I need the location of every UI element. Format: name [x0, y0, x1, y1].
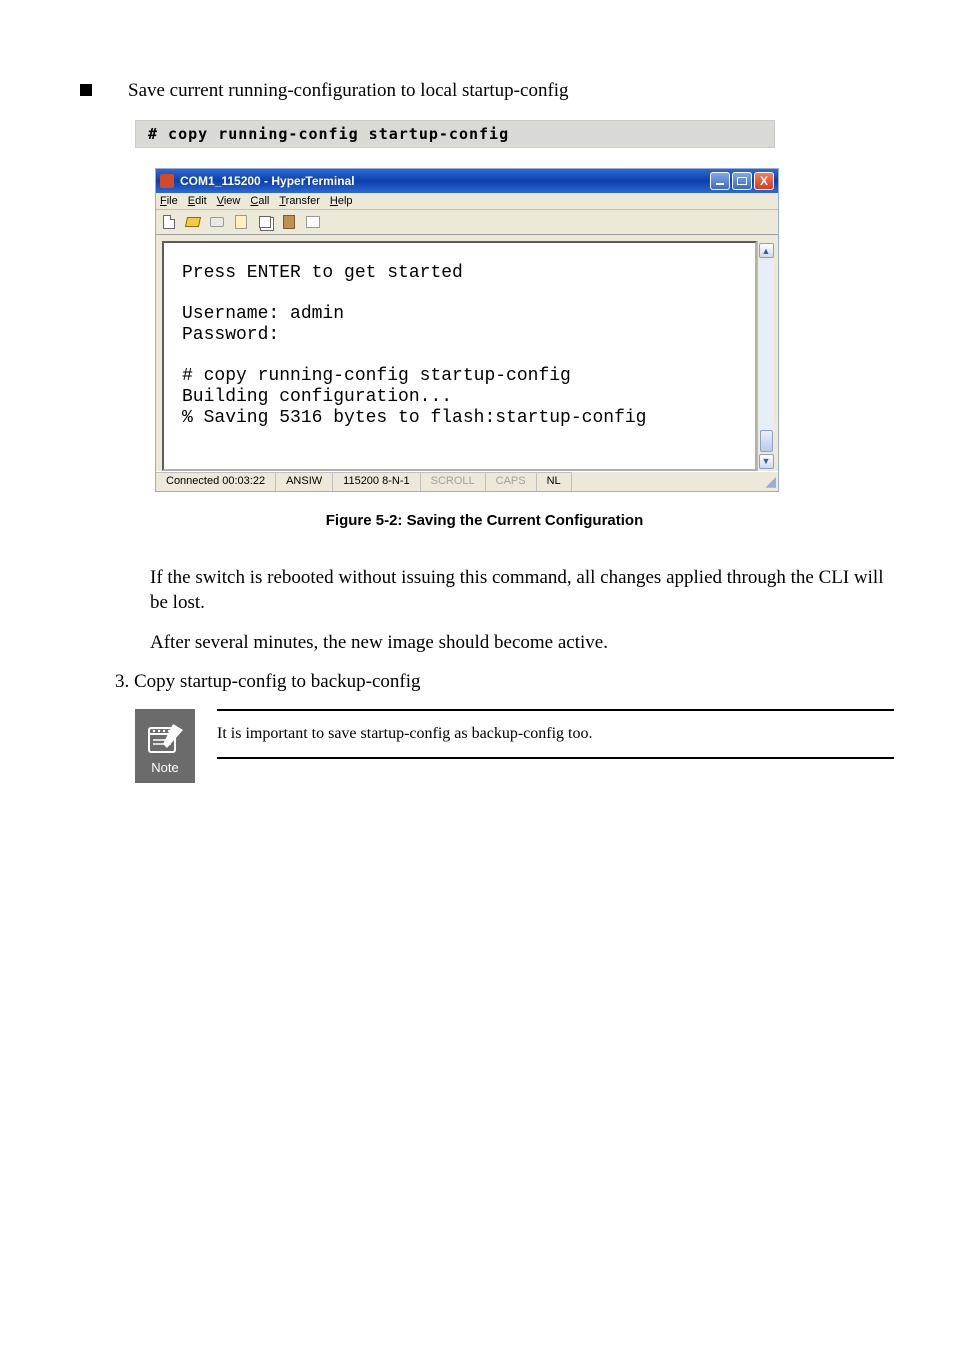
note-text: It is important to save startup-config a…: [217, 709, 894, 759]
paragraph-2: After several minutes, the new image sho…: [150, 630, 894, 656]
menu-edit[interactable]: Edit: [188, 195, 207, 207]
maximize-button[interactable]: [732, 172, 752, 190]
resize-grip-icon[interactable]: ◢: [762, 473, 778, 489]
menu-view[interactable]: View: [217, 195, 241, 207]
paste-icon[interactable]: [280, 213, 298, 231]
scroll-track[interactable]: [759, 260, 774, 452]
app-icon: [160, 174, 174, 188]
bullet-text: Save current running-configuration to lo…: [128, 80, 569, 102]
titlebar: COM1_115200 - HyperTerminal X: [156, 169, 778, 193]
scroll-thumb[interactable]: [760, 430, 773, 452]
note-icon: Note: [135, 709, 195, 783]
menu-call[interactable]: Call: [250, 195, 269, 207]
status-connected: Connected 00:03:22: [156, 472, 276, 491]
status-scroll: SCROLL: [421, 472, 486, 491]
step-3: 3. Copy startup-config to backup-config: [115, 669, 894, 695]
note-label: Note: [151, 760, 178, 775]
figure-caption: Figure 5-2: Saving the Current Configura…: [75, 512, 894, 529]
status-caps: CAPS: [486, 472, 537, 491]
status-params: 115200 8-N-1: [333, 472, 420, 491]
properties-icon[interactable]: [304, 213, 322, 231]
copy-icon[interactable]: [256, 213, 274, 231]
scroll-down-icon[interactable]: ▼: [759, 454, 774, 469]
new-icon[interactable]: [160, 213, 178, 231]
minimize-button[interactable]: [710, 172, 730, 190]
window-title: COM1_115200 - HyperTerminal: [180, 174, 355, 188]
notepad-icon: [143, 718, 187, 758]
toolbar: [156, 210, 778, 235]
menu-transfer[interactable]: Transfer: [279, 195, 320, 207]
hyperterminal-window: COM1_115200 - HyperTerminal X File Edit …: [155, 168, 779, 492]
scroll-up-icon[interactable]: ▲: [759, 243, 774, 258]
status-emulation: ANSIW: [276, 472, 333, 491]
status-nl: NL: [537, 472, 572, 491]
call-icon[interactable]: [208, 213, 226, 231]
menubar: File Edit View Call Transfer Help: [156, 193, 778, 210]
menu-help[interactable]: Help: [330, 195, 353, 207]
disconnect-icon[interactable]: [232, 213, 250, 231]
terminal-output[interactable]: Press ENTER to get started Username: adm…: [162, 241, 757, 471]
bullet-marker: [80, 84, 92, 96]
scrollbar[interactable]: ▲ ▼: [757, 241, 774, 471]
menu-file[interactable]: File: [160, 195, 178, 207]
close-button[interactable]: X: [754, 172, 774, 190]
code-box: # copy running-config startup-config: [135, 120, 775, 148]
open-icon[interactable]: [184, 213, 202, 231]
paragraph-1: If the switch is rebooted without issuin…: [150, 565, 894, 616]
statusbar: Connected 00:03:22 ANSIW 115200 8-N-1 SC…: [156, 471, 778, 491]
